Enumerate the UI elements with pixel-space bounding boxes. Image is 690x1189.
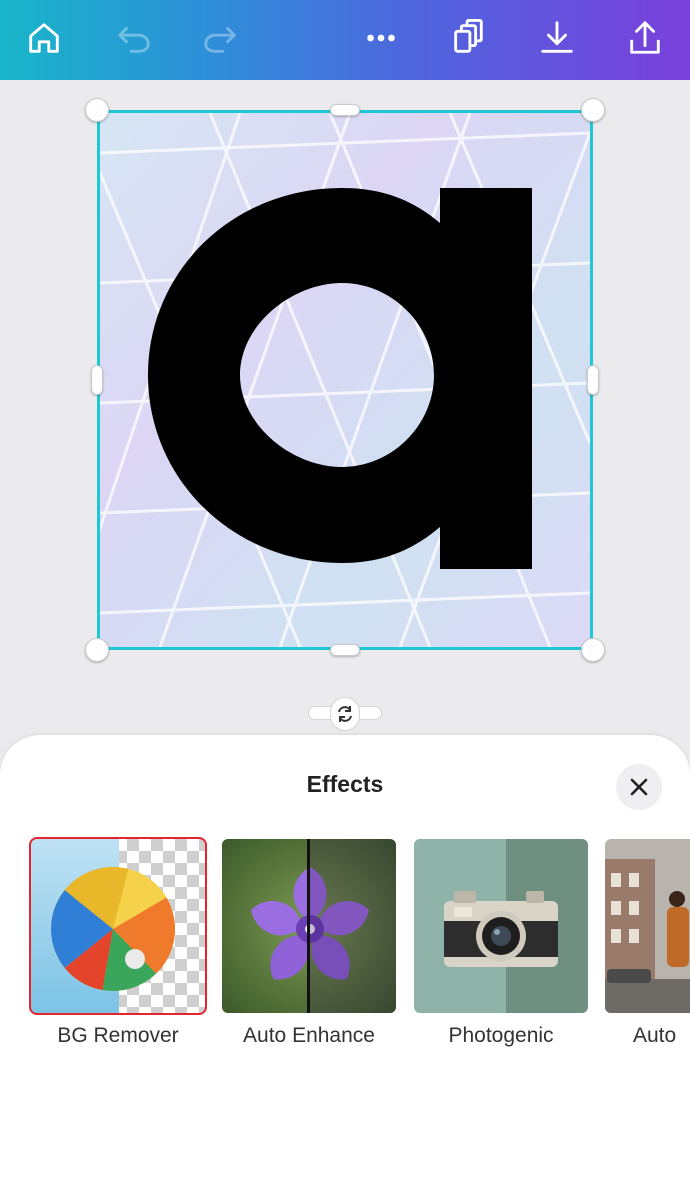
resize-handle-top-right[interactable] — [581, 98, 605, 122]
photogenic-thumbnail — [414, 839, 588, 1013]
top-toolbar — [0, 0, 690, 80]
download-button[interactable] — [527, 10, 587, 66]
effect-photogenic[interactable]: Photogenic — [414, 839, 588, 1048]
resize-handle-bottom-right[interactable] — [581, 638, 605, 662]
resize-handle-bottom-left[interactable] — [85, 638, 109, 662]
beach-ball-image — [31, 839, 205, 1013]
copy-pages-icon — [454, 19, 483, 53]
effect-bg-remover[interactable]: BG Remover — [29, 837, 207, 1048]
selected-graphic-element[interactable] — [97, 110, 593, 650]
flower-image — [222, 839, 396, 1013]
resize-handle-top-left[interactable] — [85, 98, 109, 122]
bg-remover-thumbnail — [29, 837, 207, 1015]
letter-a-graphic — [100, 113, 590, 647]
ellipsis-icon — [367, 34, 395, 42]
panel-title: Effects — [306, 771, 384, 797]
effect-label: BG Remover — [57, 1024, 179, 1047]
resize-handle-top[interactable] — [330, 104, 360, 116]
street-image — [605, 839, 690, 1013]
undo-icon — [118, 27, 150, 53]
effect-auto-enhance[interactable]: Auto Enhance — [222, 839, 396, 1048]
more-options-button[interactable] — [351, 10, 411, 66]
effect-label: Auto — [633, 1024, 677, 1047]
resize-handle-left[interactable] — [91, 365, 103, 395]
resize-handle-bottom[interactable] — [330, 644, 360, 656]
effect-auto[interactable]: Auto — [605, 839, 690, 1048]
rotate-icon — [338, 706, 352, 722]
effects-panel: Effects BG Remover Auto Enhance Photogen… — [0, 735, 690, 1189]
camera-image — [414, 839, 588, 1013]
share-button[interactable] — [615, 10, 675, 66]
resize-handle-right[interactable] — [587, 365, 599, 395]
share-upload-icon — [630, 21, 660, 54]
home-button[interactable] — [14, 10, 74, 66]
download-icon — [541, 21, 573, 53]
redo-button[interactable] — [190, 10, 250, 66]
close-button[interactable] — [616, 764, 662, 810]
close-icon — [630, 778, 648, 796]
auto-thumbnail — [605, 839, 690, 1013]
undo-button[interactable] — [104, 10, 164, 66]
effect-label: Auto Enhance — [243, 1024, 375, 1047]
effect-label: Photogenic — [448, 1024, 554, 1047]
rotate-handle[interactable] — [330, 697, 360, 731]
home-icon — [29, 23, 59, 53]
redo-icon — [204, 27, 236, 53]
duplicate-button[interactable] — [438, 10, 498, 66]
auto-enhance-thumbnail — [222, 839, 396, 1013]
